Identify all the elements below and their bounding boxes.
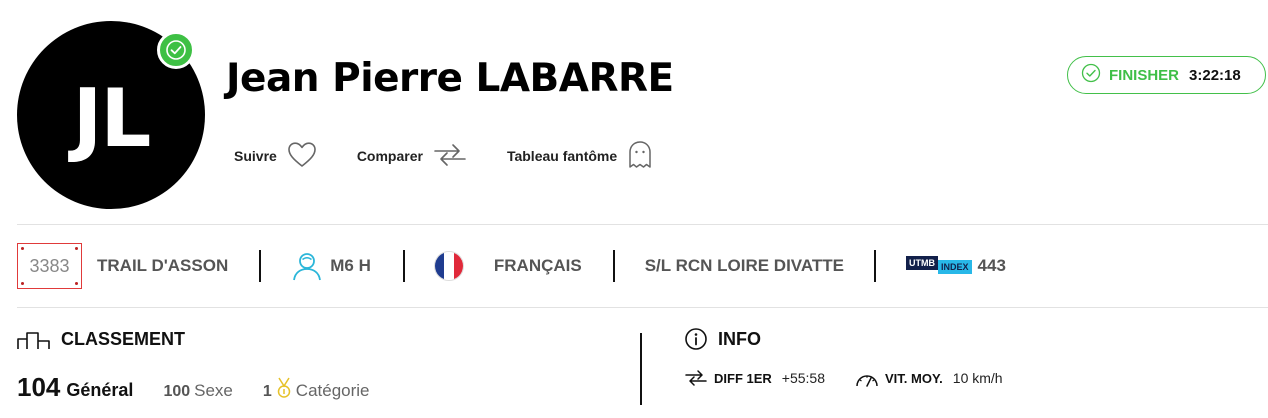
ghost-table-label: Tableau fantôme (506, 148, 618, 164)
separator (402, 250, 405, 282)
runner-category-icon (292, 251, 322, 281)
separator (259, 250, 262, 282)
utmb-brand: UTMB (906, 256, 939, 270)
average-speed-stat: VIT. MOY. 10 km/h (855, 368, 1003, 388)
bib-number-text: 3383 (29, 255, 70, 276)
utmb-index-label: INDEX (938, 260, 972, 274)
divider (17, 224, 1268, 225)
follow-button[interactable]: Suivre (234, 141, 317, 172)
profile-actions: Suivre Comparer Tableau fantôme (234, 140, 693, 172)
category-rank-label: Catégorie (295, 381, 370, 400)
bib-number: 3383 (17, 243, 82, 289)
general-rank-label: Général (66, 380, 134, 400)
ghost-table-button[interactable]: Tableau fantôme (507, 140, 653, 173)
compare-label: Comparer (356, 148, 423, 164)
compare-arrows-icon (684, 368, 708, 388)
finish-time: 3:22:18 (1189, 66, 1241, 84)
age-category: M6 H (330, 256, 371, 275)
runner-details-row: 3383 TRAIL D'ASSON M6 H FRANÇAIS S/L RCN… (17, 242, 1006, 290)
column-separator (640, 333, 642, 405)
compare-button[interactable]: Comparer (357, 141, 467, 172)
diff-first-stat: DIFF 1ER +55:58 (684, 368, 825, 388)
info-section-title: INFO (684, 327, 761, 351)
nationality: FRANÇAIS (493, 256, 582, 275)
sex-rank-value: 100 (163, 383, 191, 400)
verified-check-icon (157, 31, 195, 69)
utmb-index-value: 443 (977, 256, 1006, 275)
ghost-icon (627, 140, 653, 173)
average-speed-value: 10 km/h (952, 370, 1003, 386)
follow-label: Suivre (234, 148, 277, 164)
avatar-initials: JL (72, 71, 152, 165)
divider (17, 307, 1268, 308)
diff-first-value: +55:58 (781, 370, 826, 386)
club-name: S/L RCN LOIRE DIVATTE (644, 256, 845, 275)
podium-icon (17, 330, 51, 350)
separator (874, 250, 877, 282)
check-circle-icon (1081, 63, 1101, 88)
ranking-section-title: CLASSEMENT (17, 329, 185, 350)
speedometer-icon (855, 368, 879, 388)
ranking-title: CLASSEMENT (61, 329, 186, 349)
info-icon (684, 327, 708, 351)
sex-rank-label: Sexe (194, 381, 233, 400)
separator (612, 250, 615, 282)
ranking-values: 104 Général 100 Sexe 1 Catégorie (17, 372, 370, 403)
france-flag-icon (433, 251, 464, 281)
info-title: INFO (718, 328, 761, 349)
heart-icon (287, 141, 317, 172)
medal-icon (276, 377, 292, 399)
race-link[interactable]: TRAIL D'ASSON (97, 256, 228, 276)
utmb-index-logo: UTMB INDEX (906, 256, 972, 276)
finisher-label: FINISHER (1109, 66, 1180, 84)
average-speed-label: VIT. MOY. (885, 370, 943, 386)
diff-first-label: DIFF 1ER (714, 370, 772, 386)
general-rank-value: 104 (17, 372, 61, 402)
compare-arrows-icon (433, 141, 467, 172)
finisher-badge: FINISHER 3:22:18 (1067, 56, 1266, 94)
category-rank-value: 1 (262, 383, 272, 400)
runner-name: Jean Pierre LABARRE (226, 56, 674, 101)
